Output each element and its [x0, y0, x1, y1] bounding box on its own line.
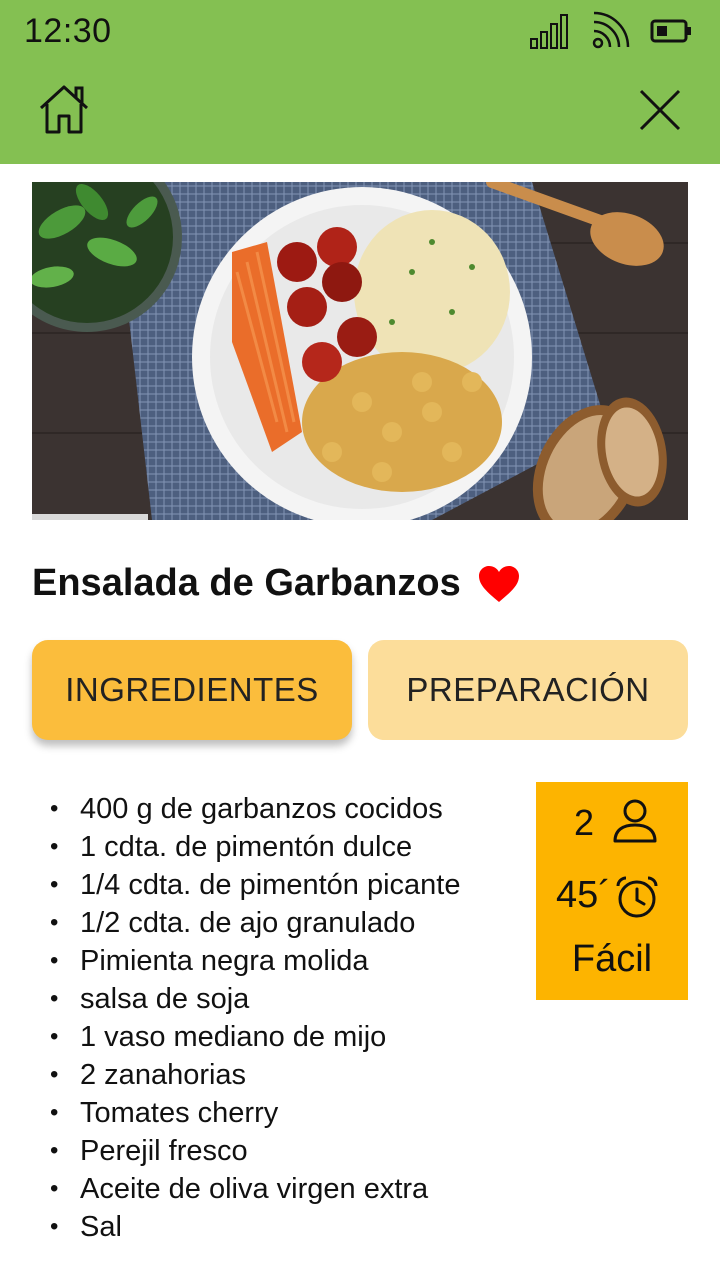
list-item: Sal: [50, 1208, 460, 1246]
app-bar: [0, 62, 720, 164]
list-item: Aceite de oliva virgen extra: [50, 1170, 460, 1208]
status-icons: [530, 10, 692, 52]
close-icon: [639, 89, 681, 131]
list-item: Perejil fresco: [50, 1132, 460, 1170]
list-item: 1/4 cdta. de pimentón picante: [50, 866, 460, 904]
status-time: 12:30: [24, 12, 112, 50]
home-button[interactable]: [36, 82, 92, 138]
list-item: 1/2 cdta. de ajo granulado: [50, 904, 460, 942]
list-item: salsa de soja: [50, 980, 460, 1018]
person-icon: [613, 799, 657, 843]
heart-icon[interactable]: [477, 564, 521, 604]
tab-preparacion[interactable]: PREPARACIÓN: [368, 640, 688, 740]
list-item: 1 cdta. de pimentón dulce: [50, 828, 460, 866]
close-button[interactable]: [638, 88, 682, 132]
image-indicator: [32, 514, 148, 520]
difficulty-value: Fácil: [571, 938, 653, 980]
recipe-title: Ensalada de Garbanzos: [32, 562, 461, 604]
wifi-icon: [592, 11, 630, 49]
list-item: 2 zanahorias: [50, 1056, 460, 1094]
list-item: Pimienta negra molida: [50, 942, 460, 980]
title-row: Ensalada de Garbanzos: [32, 562, 521, 605]
recipe-info-box: 2 45´ Fácil: [536, 782, 688, 1000]
tab-ingredientes[interactable]: INGREDIENTES: [32, 640, 352, 740]
time-value: 45´: [556, 874, 611, 916]
alarm-clock-icon: [616, 876, 658, 918]
status-bar: 12:30: [0, 0, 720, 62]
home-icon: [39, 85, 89, 134]
list-item: 1 vaso mediano de mijo: [50, 1018, 460, 1056]
ingredients-list: 400 g de garbanzos cocidos 1 cdta. de pi…: [50, 790, 460, 1246]
servings-value: 2: [574, 802, 595, 843]
signal-icon: [530, 14, 568, 49]
list-item: 400 g de garbanzos cocidos: [50, 790, 460, 828]
battery-icon: [650, 19, 691, 43]
list-item: Tomates cherry: [50, 1094, 460, 1132]
recipe-photo: [32, 182, 688, 520]
